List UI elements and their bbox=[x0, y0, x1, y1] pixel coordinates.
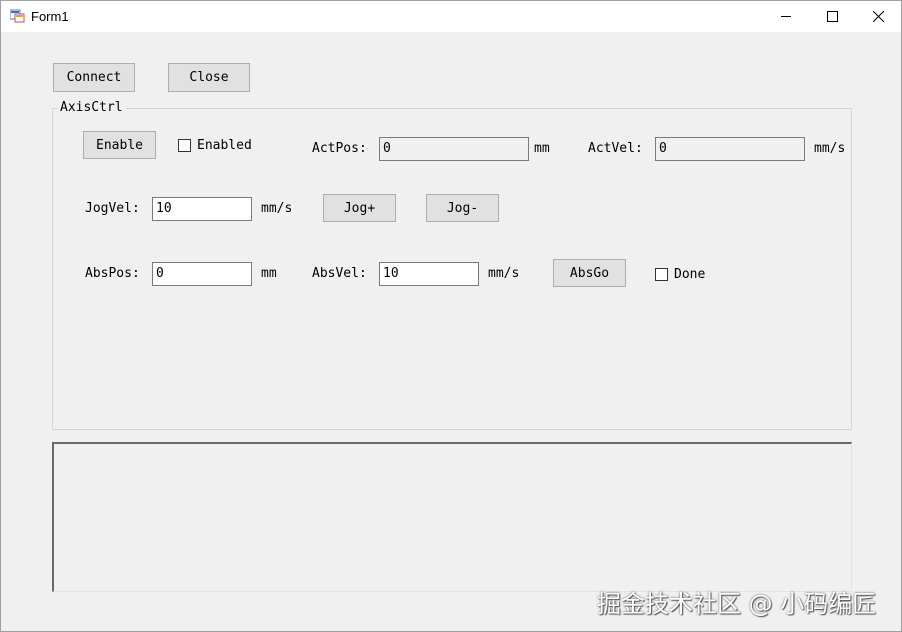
abspos-label: AbsPos: bbox=[85, 266, 140, 281]
app-window: Form1 Connect Close AxisCtrl Enable Enab… bbox=[0, 0, 902, 632]
actvel-field[interactable]: 0 bbox=[655, 137, 805, 161]
app-icon bbox=[10, 9, 25, 23]
abspos-field[interactable]: 0 bbox=[152, 262, 252, 286]
abspos-unit: mm bbox=[261, 266, 277, 281]
actvel-unit: mm/s bbox=[814, 141, 846, 156]
jogvel-unit: mm/s bbox=[261, 201, 293, 216]
enabled-label: Enabled bbox=[197, 138, 252, 153]
absvel-label: AbsVel: bbox=[312, 266, 367, 281]
maximize-icon bbox=[826, 11, 838, 22]
done-label: Done bbox=[674, 267, 706, 282]
axisctrl-group-label: AxisCtrl bbox=[57, 100, 126, 115]
absgo-button[interactable]: AbsGo bbox=[553, 259, 626, 287]
window-title: Form1 bbox=[31, 9, 69, 24]
actpos-unit: mm bbox=[534, 141, 550, 156]
absvel-unit: mm/s bbox=[488, 266, 520, 281]
jog-minus-button[interactable]: Jog- bbox=[426, 194, 499, 222]
jogvel-label: JogVel: bbox=[85, 201, 140, 216]
done-checkbox[interactable] bbox=[655, 268, 668, 281]
minimize-icon bbox=[780, 16, 791, 17]
close-window-button[interactable] bbox=[855, 1, 901, 32]
maximize-button[interactable] bbox=[809, 1, 855, 32]
connect-button[interactable]: Connect bbox=[53, 63, 135, 92]
actpos-field[interactable]: 0 bbox=[379, 137, 529, 161]
enabled-checkbox[interactable] bbox=[178, 139, 191, 152]
actpos-label: ActPos: bbox=[312, 141, 367, 156]
enable-button[interactable]: Enable bbox=[83, 131, 156, 159]
actvel-label: ActVel: bbox=[588, 141, 643, 156]
absvel-field[interactable]: 10 bbox=[379, 262, 479, 286]
jogvel-field[interactable]: 10 bbox=[152, 197, 252, 221]
title-bar[interactable]: Form1 bbox=[1, 1, 901, 32]
jog-plus-button[interactable]: Jog+ bbox=[323, 194, 396, 222]
log-textbox[interactable] bbox=[52, 442, 852, 592]
minimize-button[interactable] bbox=[763, 1, 809, 32]
close-button[interactable]: Close bbox=[168, 63, 250, 92]
close-icon bbox=[872, 11, 884, 22]
watermark-text: 掘金技术社区 @ 小码编匠 bbox=[597, 590, 877, 618]
